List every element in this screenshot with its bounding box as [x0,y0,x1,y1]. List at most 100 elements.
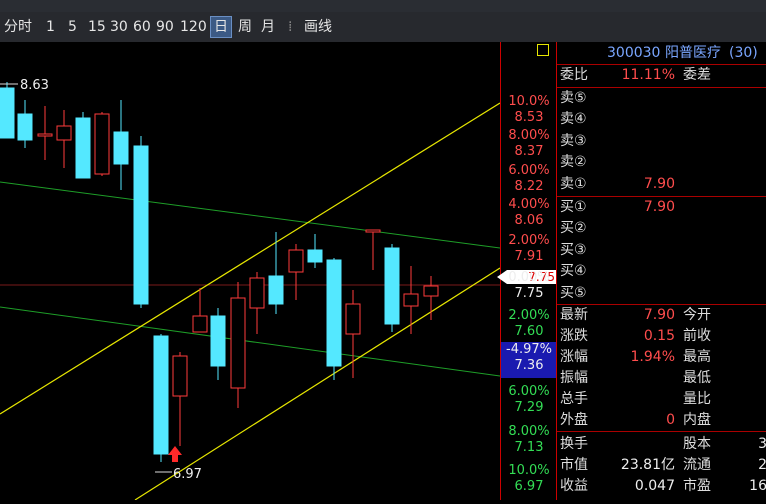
candle-body[interactable] [133,145,149,305]
scale-percent: 2.00% [508,308,550,323]
buy-row[interactable]: 买④ [557,261,766,282]
period-60min[interactable]: 60 [133,17,151,37]
quote-label-2: 最高 [683,349,711,365]
buy-label: 买① [560,199,587,215]
candle-body[interactable] [210,315,226,367]
quote-value-2: 16 [749,478,766,494]
candle-body[interactable] [75,117,91,179]
quote-label: 涨幅 [560,349,588,365]
period-week[interactable]: 周 [238,17,252,37]
candle-body[interactable] [172,355,188,397]
candle-body[interactable] [345,303,361,335]
scale-item: 4.00% 8.06 [501,197,557,229]
sell-label: 卖⑤ [560,90,587,106]
candle-body[interactable] [288,249,304,273]
quote-row: 外盘 0 内盘 [557,410,766,431]
period-fenshi[interactable]: 分时 [4,17,32,37]
candle-body[interactable] [56,125,72,141]
quote-label: 总手 [560,391,588,407]
scale-price: 8.22 [514,179,544,194]
trendline-upper-green[interactable] [0,181,501,249]
quote-row: 涨跌 0.15 前收 [557,326,766,347]
scale-price: 7.36 [514,358,544,373]
candle-body[interactable] [94,113,110,175]
candle-body[interactable] [17,113,33,141]
candle-body[interactable] [403,293,419,307]
kline-svg: 8.63 6.97 [0,78,512,501]
quote-value: 0 [666,412,675,428]
quote-label-2: 量比 [683,391,711,407]
quote-value-2: 2 [758,457,766,473]
quote-label-2: 最低 [683,370,711,386]
candle-body[interactable] [113,131,129,165]
scale-price: 6.97 [514,479,544,494]
period-toolbar: 分时 1 5 15 30 60 90 120 日 周 月 ⁞ 画线 [0,12,766,43]
trendline-lower-green[interactable] [0,306,501,377]
candle-body[interactable] [307,249,323,263]
sell-row[interactable]: 卖③ [557,131,766,152]
quote-label: 涨跌 [560,328,588,344]
draw-line-button[interactable]: 画线 [304,17,332,37]
scale-percent: 10.0% [508,463,550,478]
candle-body[interactable] [192,315,208,333]
stock-name: 阳普医疗 [665,45,721,61]
sell-row[interactable]: 卖① 7.90 [557,174,766,195]
period-day[interactable]: 日 [210,16,232,38]
quote-label-2: 前收 [683,328,711,344]
scale-item: 2.00% 7.60 [501,308,557,340]
scale-price: 7.75 [514,286,544,301]
candle-body[interactable] [230,297,246,389]
buy-label: 买③ [560,241,587,258]
sell-row[interactable]: 卖② [557,152,766,173]
quote-value: 0.047 [634,478,675,494]
scale-percent: 10.0% [508,94,550,109]
scale-price: 7.29 [514,400,544,415]
period-15min[interactable]: 15 [88,17,106,37]
stock-header: 300030 阳普医疗 (30) [557,43,766,64]
buy-row[interactable]: 买③ [557,240,766,261]
candle-body[interactable] [0,87,15,139]
kline-chart[interactable]: 8.63 6.97 [0,42,512,501]
channel-lower-yellow[interactable] [134,267,501,501]
period-30min[interactable]: 30 [110,17,128,37]
candle-body[interactable] [384,247,400,325]
buy-row[interactable]: 买① 7.90 [557,197,766,218]
buy-arrow-icon [168,446,182,462]
scale-item: 6.00% 8.22 [501,163,557,195]
panel-toggle-icon[interactable] [537,44,549,56]
candle-body[interactable] [249,277,265,309]
quote-value: 23.81亿 [620,457,675,473]
quote-label-2: 今开 [683,307,711,323]
candle-body[interactable] [423,285,439,297]
weibi-value: 11.11% [621,67,675,83]
scale-price: 7.60 [514,324,544,339]
quote-row: 换手 股本 3 [557,434,766,455]
scale-item: 10.0% 8.53 [501,94,557,126]
period-90min[interactable]: 90 [156,17,174,37]
candlesticks [0,82,439,462]
period-month[interactable]: 月 [261,17,275,37]
channel-upper-yellow[interactable] [0,102,501,415]
candle-body[interactable] [268,275,284,305]
period-5min[interactable]: 5 [68,17,77,37]
scale-item: 2.00% 7.91 [501,233,557,265]
weicha-label: 委差 [683,67,711,83]
weibi-row: 委比 11.11% 委差 [557,65,766,86]
buy-row[interactable]: 买⑤ [557,283,766,304]
quote-row: 涨幅 1.94% 最高 [557,347,766,368]
sell-row[interactable]: 卖④ [557,109,766,130]
candle-body[interactable] [326,259,342,367]
candle-body[interactable] [37,133,53,137]
quote-panel: 300030 阳普医疗 (30) 委比 11.11% 委差 卖⑤ 卖④ 卖③ 卖② 卖①… [537,42,766,500]
scale-percent: 0.00% [508,270,550,285]
sell-row[interactable]: 卖⑤ [557,88,766,109]
period-120min[interactable]: 120 [180,17,207,37]
period-1min[interactable]: 1 [46,17,55,37]
high-price-label: 8.63 [20,78,49,93]
price-scale: 7.75 10.0% 8.53 8.00% 8.37 6.00% 8.22 4.00% 8.0… [497,42,557,500]
candle-body[interactable] [153,335,169,455]
scale-percent: 6.00% [508,384,550,399]
buy-row[interactable]: 买② [557,218,766,239]
candle-body[interactable] [365,229,381,233]
buy-label: 买② [560,220,587,237]
